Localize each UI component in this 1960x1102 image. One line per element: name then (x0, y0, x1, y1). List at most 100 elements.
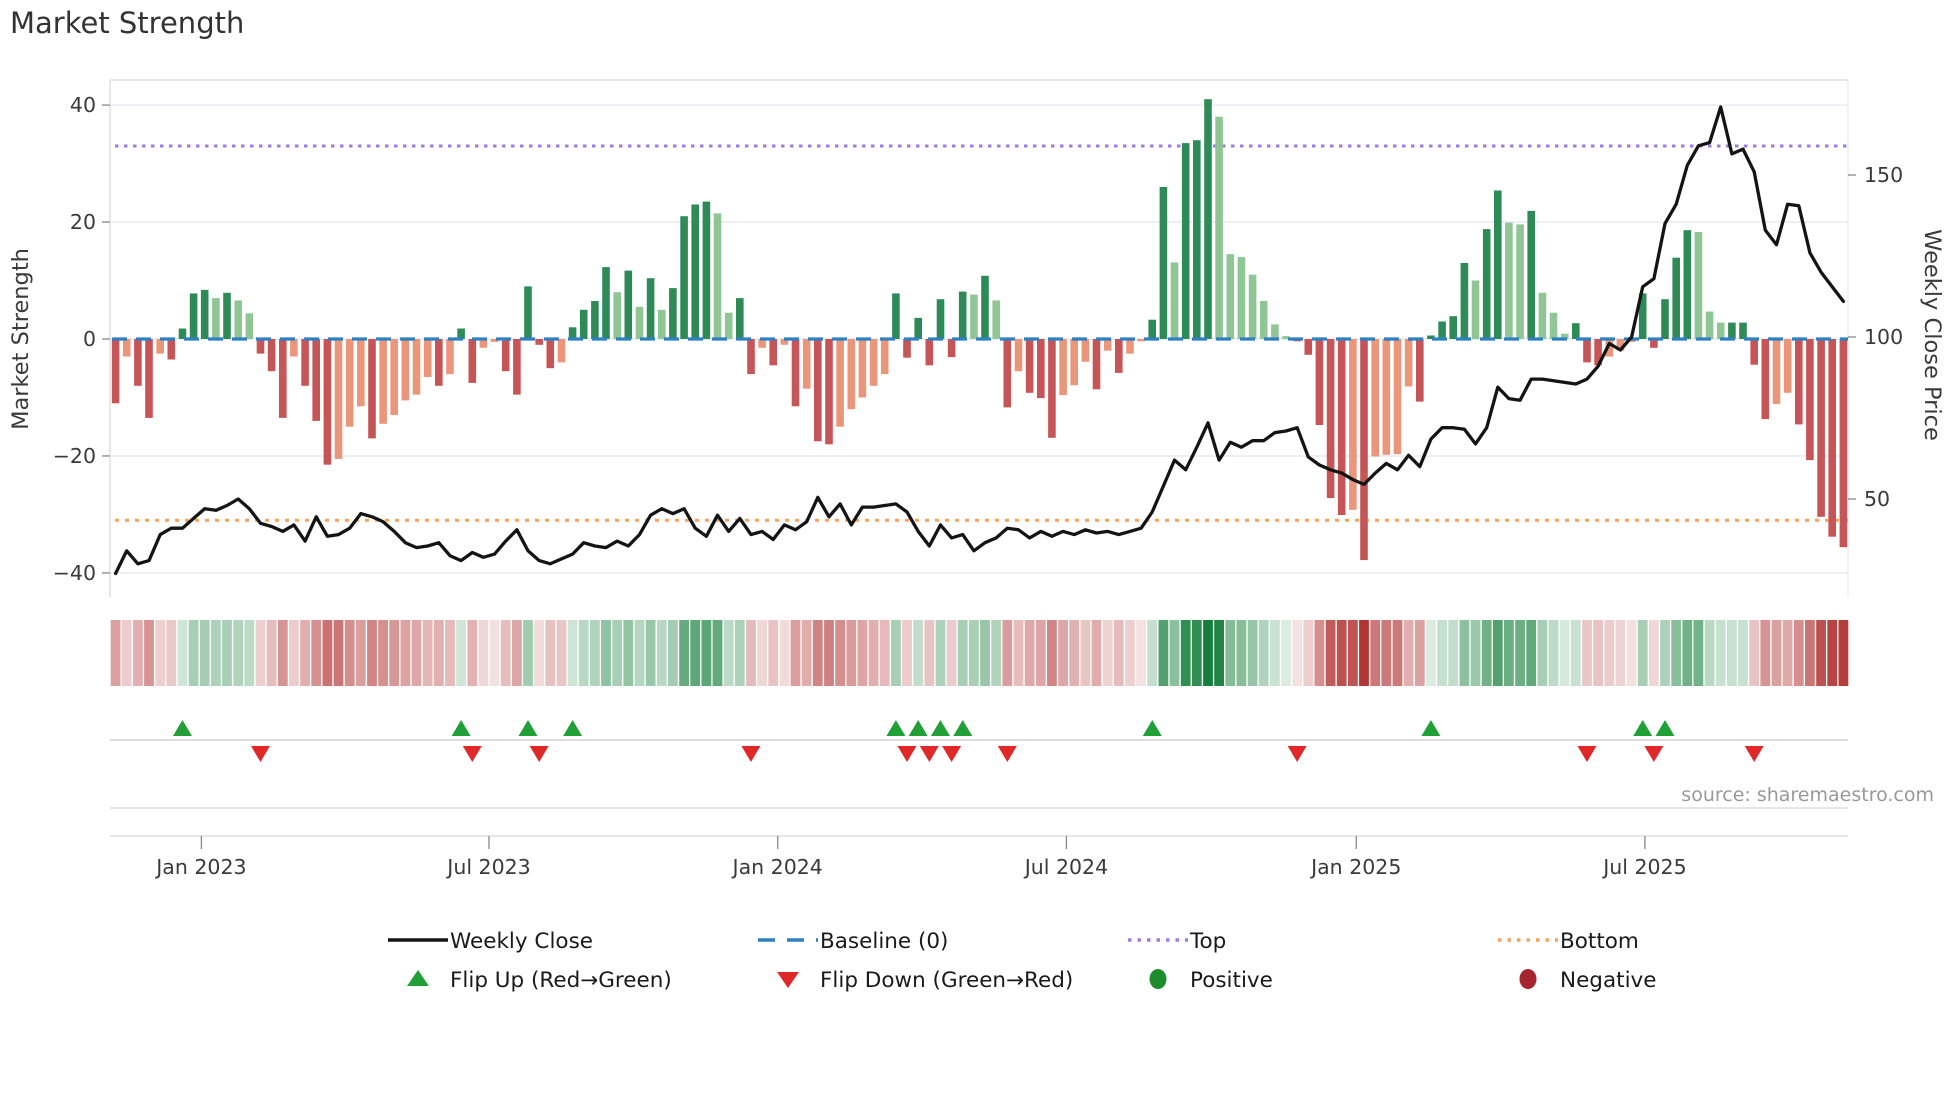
heatmap-cell (1426, 620, 1436, 686)
legend-baseline: Baseline (0) (820, 929, 948, 954)
heatmap-cell (1515, 620, 1525, 686)
heatmap-cell (712, 620, 723, 686)
strength-bar (1349, 339, 1357, 510)
strength-bar (892, 293, 900, 339)
strength-bar (301, 339, 309, 386)
heatmap-cell (1738, 620, 1748, 686)
strength-bar (1248, 274, 1257, 339)
strength-bar (836, 339, 844, 427)
x-tick-label: Jan 2023 (154, 855, 246, 879)
strength-bar (1750, 339, 1758, 365)
heatmap-cell (1203, 620, 1213, 686)
heatmap-cell (1370, 620, 1381, 686)
heatmap-cell (734, 620, 745, 686)
strength-bar (658, 309, 666, 339)
heatmap-cell (645, 620, 656, 686)
left-tick-label: 20 (70, 210, 96, 234)
strength-bar (223, 292, 231, 339)
strength-bar (1271, 324, 1279, 339)
flip-up-marker (908, 720, 928, 736)
strength-bar (1025, 339, 1034, 393)
strength-bar (1538, 292, 1547, 339)
heatmap-cell (1771, 620, 1782, 686)
heatmap-cell (1281, 620, 1291, 686)
flip-up-marker (953, 720, 973, 736)
strength-bar (1103, 339, 1112, 351)
heatmap-cell (277, 620, 288, 686)
legend-weekly-close: Weekly Close (450, 929, 593, 954)
strength-bar (1694, 232, 1703, 339)
heatmap-cell (1270, 620, 1280, 686)
legend-bottom: Bottom (1560, 929, 1639, 954)
heatmap-cell (790, 620, 801, 686)
strength-bar (1059, 339, 1067, 396)
strength-bar (958, 291, 967, 339)
heatmap-cell (1448, 620, 1459, 686)
strength-bar (290, 339, 298, 357)
strength-bar (312, 339, 320, 421)
strength-bar (167, 339, 176, 360)
heatmap-cell (868, 620, 879, 686)
strength-bar (869, 339, 878, 386)
strength-bar (936, 299, 945, 339)
strength-bar (245, 313, 254, 339)
heatmap-cell (891, 620, 901, 686)
heatmap-cell (199, 620, 210, 686)
strength-bar (1382, 339, 1391, 455)
heatmap-cell (746, 620, 756, 686)
heatmap-cell (1838, 620, 1849, 686)
strength-bars-layer (111, 99, 1848, 561)
strength-bar (1170, 262, 1179, 339)
strength-bar (1449, 316, 1457, 339)
heatmap-cell (378, 620, 388, 686)
strength-bar (535, 339, 543, 345)
strength-bar (1783, 339, 1792, 393)
heatmap-cell (1782, 620, 1793, 686)
heatmap-cell (812, 620, 823, 686)
heatmap-cell (1570, 620, 1581, 686)
heatmap-cell (590, 620, 600, 686)
strength-bar (1839, 339, 1848, 548)
heatmap-cell (445, 620, 455, 686)
heatmap-cell (1470, 620, 1481, 686)
heatmap-cell (1359, 620, 1369, 686)
market-strength-dashboard: Jan 2023 Jul 2023 Jan 2024 Jul 2024 Jan 2025… (0, 0, 1960, 1102)
legend-negative: Negative (1560, 968, 1657, 993)
heatmap-cell (1492, 620, 1503, 686)
heatmap-cell (1704, 620, 1715, 686)
legend-flip-down-icon (777, 972, 799, 988)
heatmap-cell (1626, 620, 1637, 686)
strength-bar (914, 317, 922, 339)
strength-bar (981, 275, 989, 339)
heatmap-cell (1392, 620, 1403, 686)
flip-down-marker (897, 746, 917, 762)
right-axis-layer: 150 100 50 Weekly Close Price (1848, 163, 1945, 511)
strength-bar (1393, 339, 1402, 455)
flip-down-marker (462, 746, 482, 762)
strength-bar (1337, 339, 1346, 515)
strength-bar (1193, 140, 1201, 339)
heatmap-cell (177, 620, 188, 686)
heatmap-cell (333, 620, 344, 686)
strength-bar (1716, 322, 1725, 339)
heatmap-cell (266, 620, 277, 686)
heatmap-cell (634, 620, 645, 686)
strength-bar (256, 339, 265, 354)
strength-bar (368, 339, 376, 439)
heatmap-cell (467, 620, 478, 686)
heatmap-cell (567, 620, 578, 686)
heatmap-cell (133, 620, 143, 686)
heatmap-cell (1336, 620, 1347, 686)
flip-down-marker (1287, 746, 1307, 762)
strength-bar (1806, 339, 1814, 461)
heatmap-cell (1292, 620, 1303, 686)
heatmap-cell (1258, 620, 1269, 686)
heatmap-cell (768, 620, 779, 686)
heatmap-cell (1504, 620, 1514, 686)
heatmap-cell (969, 620, 979, 686)
heatmap-cell (389, 620, 400, 686)
heatmap-cell (222, 620, 232, 686)
left-tick-label: 0 (83, 327, 96, 351)
strength-bar (1438, 321, 1446, 339)
heatmap-cell (1526, 620, 1537, 686)
